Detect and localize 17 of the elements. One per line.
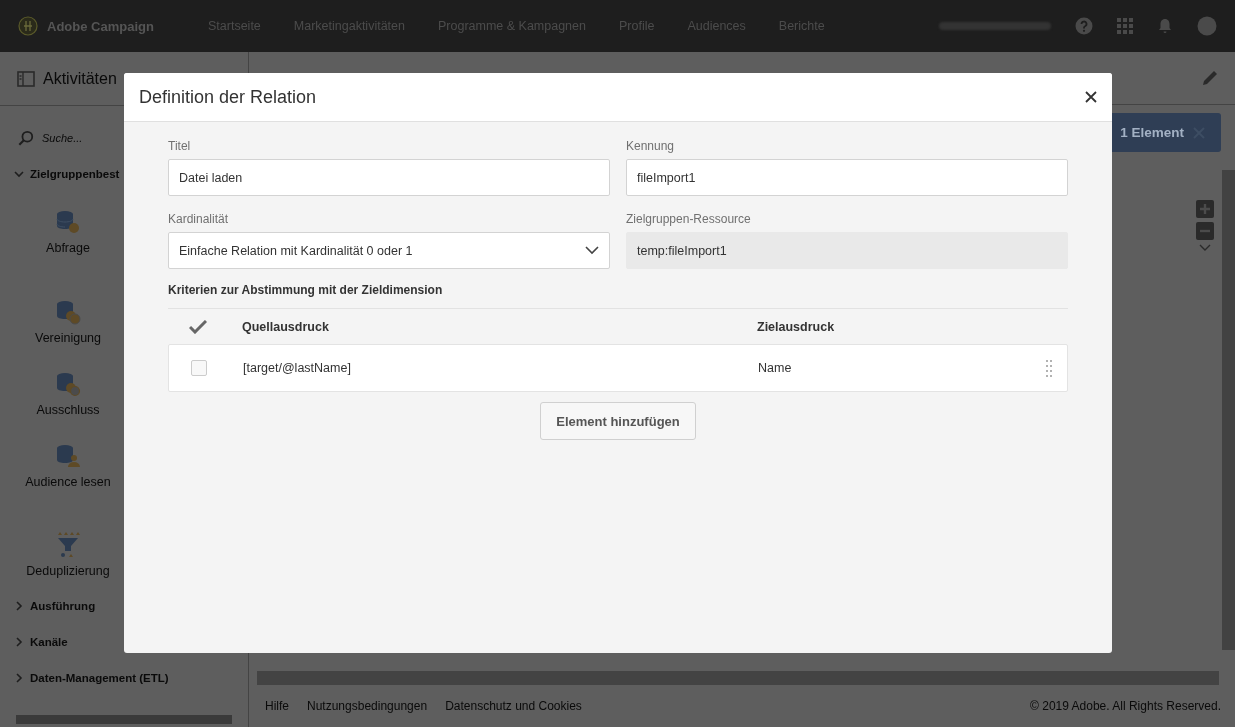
section-label: Daten-Management (ETL) (30, 672, 169, 684)
section-label: Ausführung (30, 600, 96, 612)
field-label: Zielgruppen-Ressource (626, 212, 752, 226)
field-label: Kardinalität (168, 212, 230, 226)
section-title: Kriterien zur Abstimmung mit der Zieldimension (168, 283, 1068, 309)
field-label: Kennung (626, 139, 676, 153)
column-header: Quellausdruck (242, 319, 330, 334)
section-label: Kanäle (30, 636, 68, 648)
sidebar-title: Aktivitäten (43, 69, 117, 88)
table-cell-text: Name (758, 361, 793, 375)
table-cell-text: [target/@lastName] (243, 361, 352, 375)
dialog-title: Definition der Relation (139, 86, 317, 108)
section-label: Zielgruppenbest (30, 168, 120, 180)
column-header: Zielausdruck (757, 319, 836, 334)
field-label: Titel (168, 139, 192, 153)
readonly-field: temp:fileImport1 (626, 232, 1068, 269)
copyright-text: © 2019 Adobe. All Rights Reserved. (1030, 699, 1221, 713)
